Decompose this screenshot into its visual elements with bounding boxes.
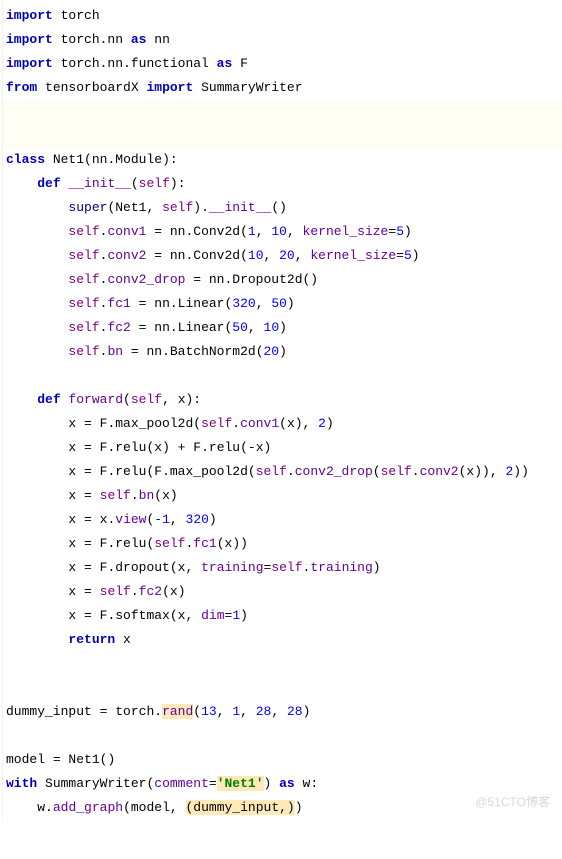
code-line: x = F.relu(self.fc1(x)) [6,532,562,556]
code-line: with SummaryWriter(comment='Net1') as w: [6,772,562,796]
code-line: model = Net1() [6,748,562,772]
blank-line [6,724,562,748]
code-line: self.fc2 = nn.Linear(50, 10) [6,316,562,340]
highlight-rand: rand [162,704,193,719]
code-line: x = F.dropout(x, training=self.training) [6,556,562,580]
code-line: self.conv2_drop = nn.Dropout2d() [6,268,562,292]
code-line: super(Net1, self).__init__() [6,196,562,220]
gutter [0,0,3,820]
code-line: from tensorboardX import SummaryWriter [6,76,562,100]
code-line: class Net1(nn.Module): [6,148,562,172]
code-line: import torch.nn.functional as F [6,52,562,76]
code-line: self.bn = nn.BatchNorm2d(20) [6,340,562,364]
code-line: import torch.nn as nn [6,28,562,52]
code-line: x = F.softmax(x, dim=1) [6,604,562,628]
code-line: self.fc1 = nn.Linear(320, 50) [6,292,562,316]
code-line: x = self.bn(x) [6,484,562,508]
code-line: def __init__(self): [6,172,562,196]
code-line: w.add_graph(model, (dummy_input,)) [6,796,562,820]
code-line: x = F.max_pool2d(self.conv1(x), 2) [6,412,562,436]
blank-line [6,652,562,676]
highlight-dummy-input-tuple: (dummy_input,) [186,800,295,815]
blank-line [0,124,562,148]
blank-line [0,100,562,124]
code-line: x = F.relu(x) + F.relu(-x) [6,436,562,460]
code-line: self.conv1 = nn.Conv2d(1, 10, kernel_siz… [6,220,562,244]
blank-line [6,676,562,700]
code-line: def forward(self, x): [6,388,562,412]
code-line: import torch [6,4,562,28]
code-line: x = F.relu(F.max_pool2d(self.conv2_drop(… [6,460,562,484]
code-line: self.conv2 = nn.Conv2d(10, 20, kernel_si… [6,244,562,268]
code-line: x = self.fc2(x) [6,580,562,604]
code-line: return x [6,628,562,652]
code-line: x = x.view(-1, 320) [6,508,562,532]
code-line: dummy_input = torch.rand(13, 1, 28, 28) [6,700,562,724]
blank-line [6,364,562,388]
highlight-net1-string: 'Net1' [217,776,264,791]
